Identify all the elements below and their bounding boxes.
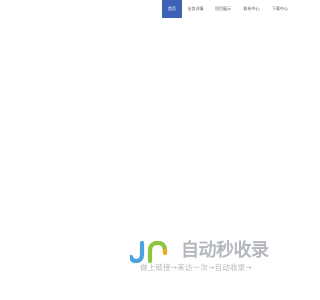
nav-item-home[interactable]: 首页 [162,0,182,18]
nav-item-contact[interactable]: 联系中心 [237,0,266,18]
brand-title: 自动秒收录 [181,240,269,261]
top-nav: 首页 业务详情 项目展示 联系中心 下载中心 [162,0,294,18]
brand-logo: 自动秒收录 [130,240,290,264]
nav-item-projects[interactable]: 项目展示 [209,0,237,18]
nav-item-business-details[interactable]: 业务详情 [182,0,209,18]
nav-item-downloads[interactable]: 下载中心 [266,0,294,18]
brand-slogan: 做上链接→来访一次→自动收录→ [140,263,252,272]
logo-mark-icon [130,240,168,264]
page: 首页 业务详情 项目展示 联系中心 下载中心 自动秒收录 做上链接→来访一次→自… [0,0,300,300]
